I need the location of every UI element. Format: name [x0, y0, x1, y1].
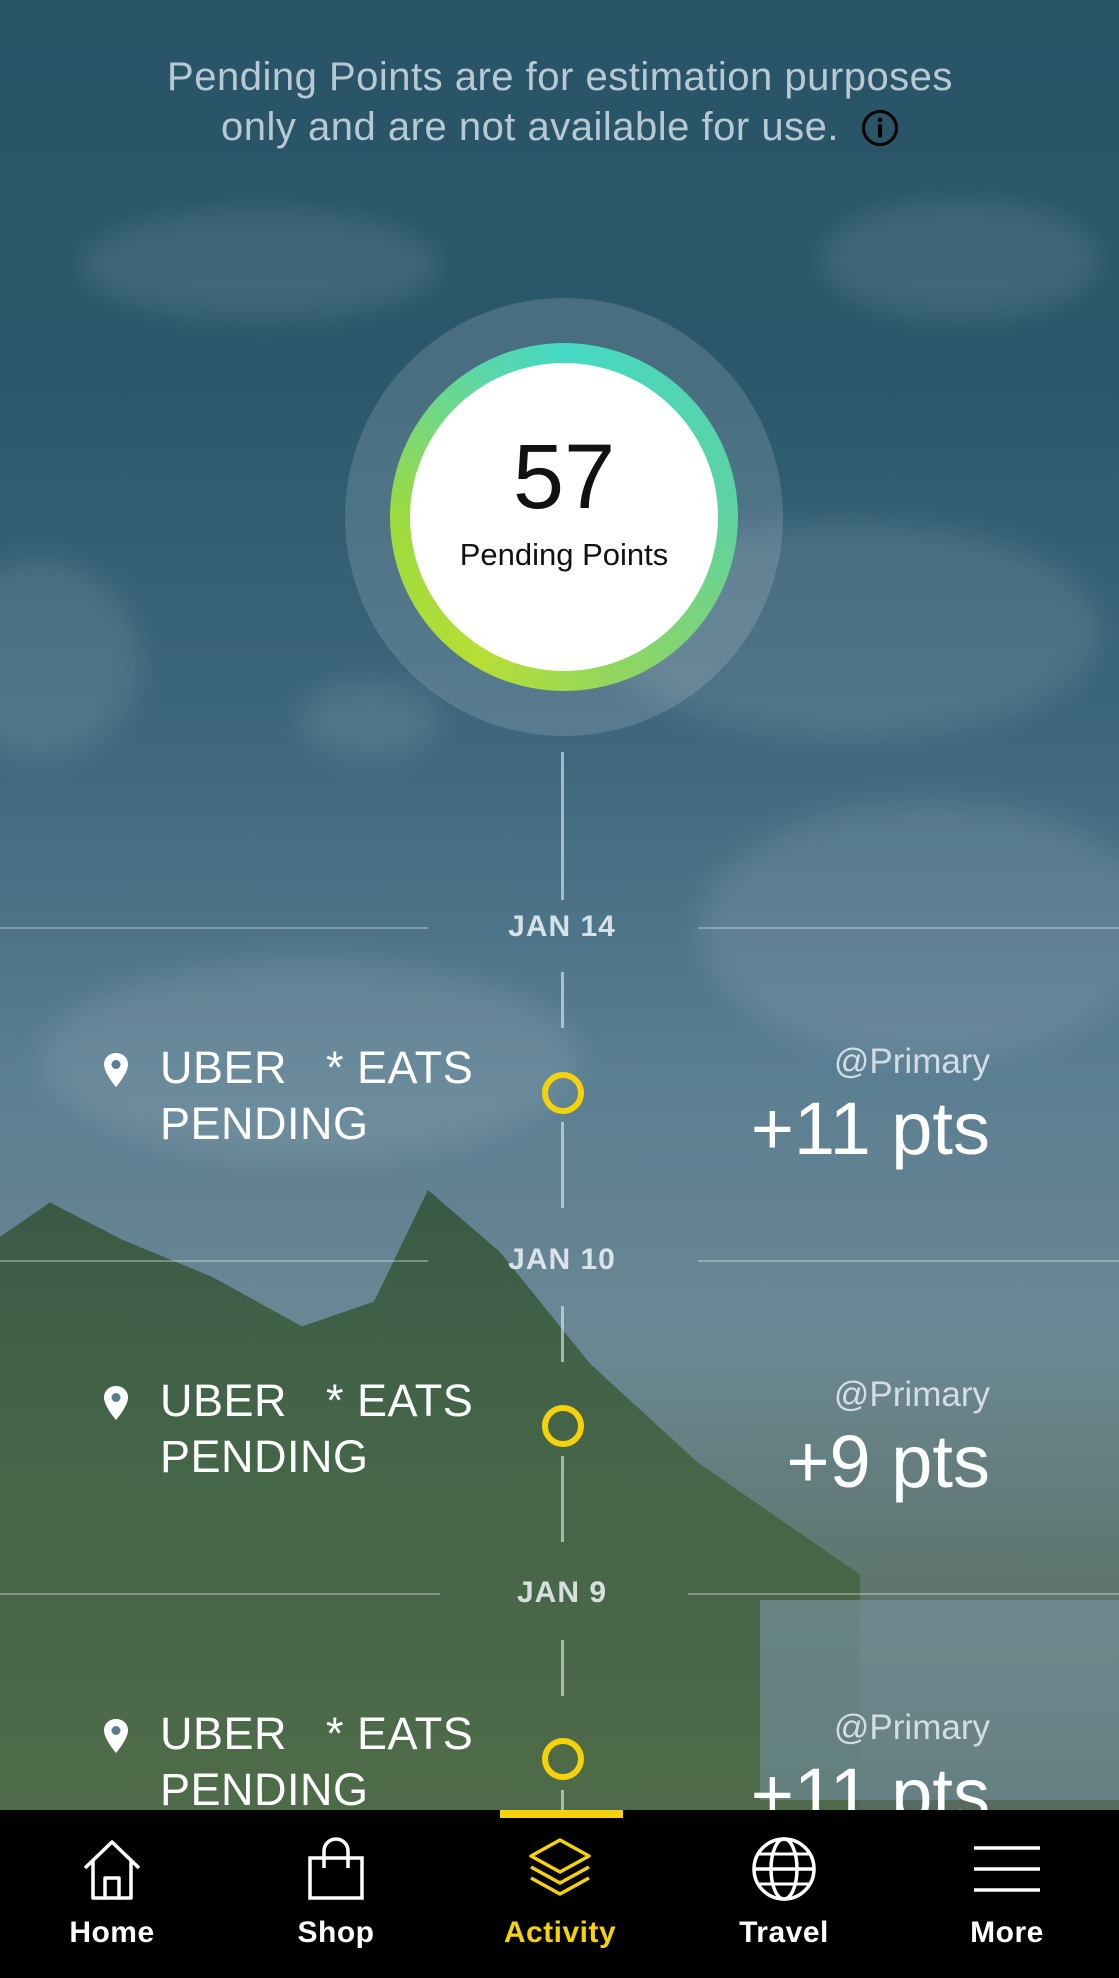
timeline-dot [542, 1405, 584, 1447]
layers-icon [529, 1838, 591, 1896]
timeline-line [561, 972, 564, 1028]
merchant-status: PENDING [160, 1098, 369, 1149]
transaction-item[interactable]: UBER * EATS PENDING @Primary +11 pts [0, 1706, 1119, 1810]
nav-activity-label: Activity [503, 1916, 617, 1949]
info-icon[interactable] [861, 109, 899, 147]
merchant-name-line-1: UBER * EATS [160, 1042, 474, 1093]
account-label: @Primary [833, 1708, 990, 1747]
nav-more[interactable]: More [895, 1810, 1119, 1978]
merchant-name-line-1: UBER * EATS [160, 1708, 474, 1759]
merchant-name: UBER * EATS PENDING [160, 1706, 520, 1810]
points-amount: +11 pts [750, 1087, 990, 1170]
globe-icon [752, 1837, 816, 1901]
account-label: @Primary [833, 1375, 990, 1414]
pending-points-summary[interactable]: 57 Pending Points [410, 363, 718, 671]
pending-points-notice: Pending Points are for estimation purpos… [100, 52, 1020, 152]
merchant-status: PENDING [160, 1431, 369, 1482]
timeline-dot [542, 1738, 584, 1780]
timeline-line [561, 752, 564, 900]
nav-travel[interactable]: Travel [672, 1810, 896, 1978]
date-label: JAN 14 [508, 910, 616, 943]
pending-points-value: 57 [512, 426, 616, 528]
merchant-name: UBER * EATS PENDING [160, 1040, 520, 1152]
nav-more-label: More [970, 1916, 1044, 1949]
nav-travel-label: Travel [739, 1916, 829, 1949]
notice-line-1: Pending Points are for estimation purpos… [167, 55, 953, 99]
points-amount: +11 pts [750, 1753, 990, 1810]
shopping-bag-icon [308, 1837, 364, 1900]
menu-icon [974, 1846, 1040, 1892]
date-separator: JAN 10 [0, 1240, 1119, 1280]
merchant-name: UBER * EATS PENDING [160, 1373, 520, 1485]
timeline-line [561, 1306, 564, 1362]
merchant-status: PENDING [160, 1764, 369, 1810]
pending-points-label: Pending Points [459, 537, 669, 572]
background-landscape [0, 0, 1119, 1978]
merchant-name-line-1: UBER * EATS [160, 1375, 474, 1426]
home-icon [83, 1840, 141, 1900]
nav-shop[interactable]: Shop [224, 1810, 448, 1978]
notice-line-2: only and are not available for use. [221, 105, 839, 149]
bottom-navigation: Home Shop Activity Travel More [0, 1810, 1119, 1978]
nav-home-label: Home [69, 1916, 155, 1949]
date-label: JAN 9 [516, 1576, 608, 1609]
points-amount: +9 pts [786, 1420, 990, 1503]
transaction-item[interactable]: UBER * EATS PENDING @Primary +9 pts [0, 1373, 1119, 1513]
account-label: @Primary [833, 1042, 990, 1081]
nav-home[interactable]: Home [0, 1810, 224, 1978]
location-pin-icon [104, 1719, 128, 1753]
nav-shop-label: Shop [297, 1916, 375, 1949]
date-separator: JAN 14 [0, 907, 1119, 947]
nav-activity[interactable]: Activity [448, 1810, 672, 1978]
transaction-item[interactable]: UBER * EATS PENDING @Primary +11 pts [0, 1040, 1119, 1180]
timeline-dot [542, 1072, 584, 1114]
location-pin-icon [104, 1386, 128, 1420]
location-pin-icon [104, 1053, 128, 1087]
timeline-line [561, 1640, 564, 1696]
date-label: JAN 10 [508, 1243, 616, 1276]
date-separator: JAN 9 [0, 1573, 1119, 1613]
